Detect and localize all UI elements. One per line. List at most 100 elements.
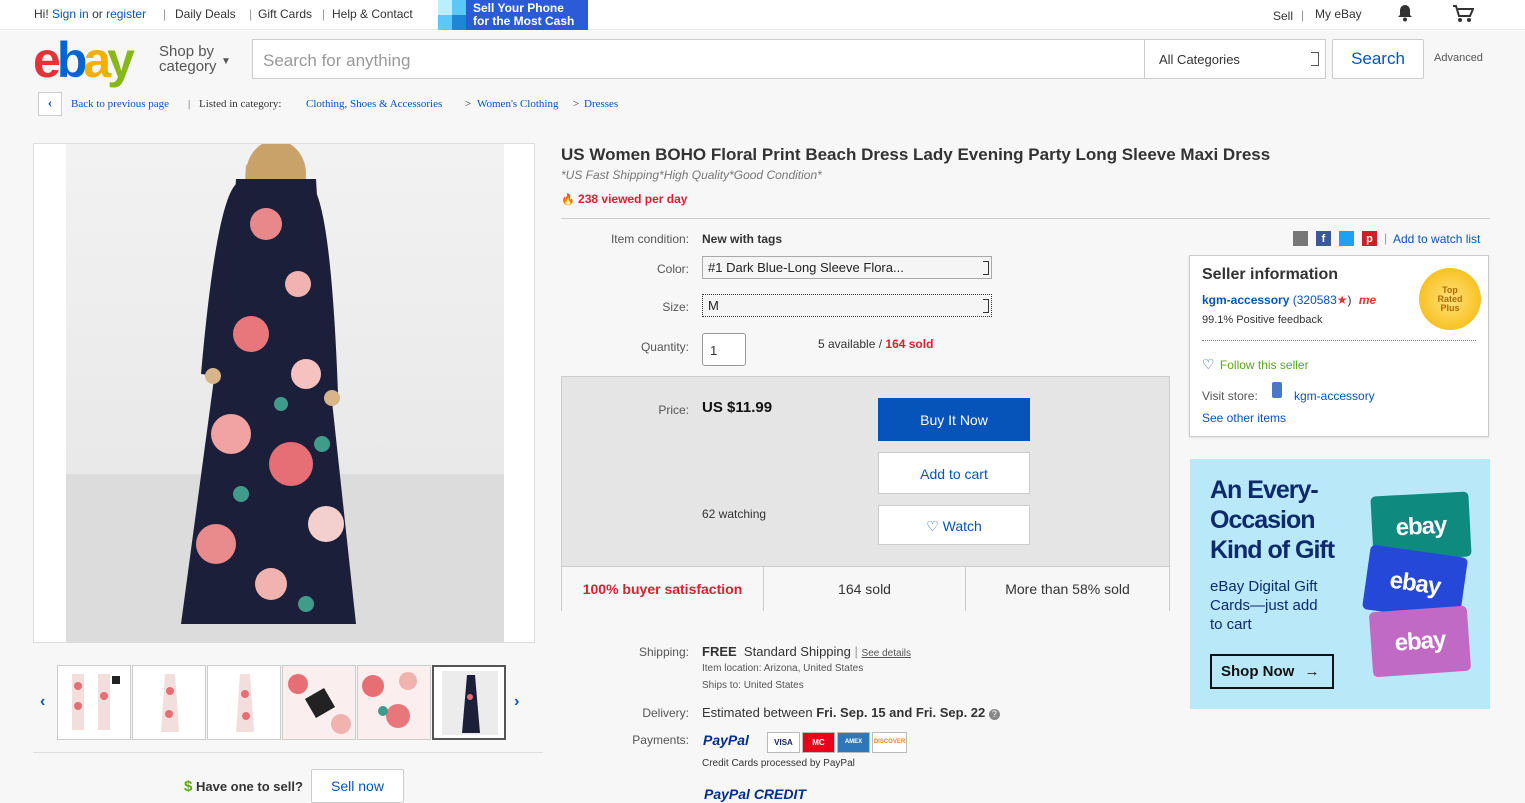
discover-icon: DISCOVER	[872, 732, 907, 753]
ad-headline-line: Occasion	[1210, 506, 1316, 534]
sold-count-link[interactable]: 164 sold	[885, 337, 933, 351]
cart-icon[interactable]	[1452, 5, 1475, 26]
back-to-previous-link[interactable]: Back to previous page	[71, 98, 169, 110]
or-text: or	[92, 7, 103, 21]
divider: |	[163, 7, 167, 21]
promo-graphic	[438, 0, 452, 15]
gift-card-purple: ebay	[1368, 605, 1472, 678]
main-product-image[interactable]	[33, 140, 535, 643]
search-input[interactable]: Search for anything	[252, 39, 1145, 79]
search-button[interactable]: Search	[1332, 39, 1424, 79]
daily-deals-link[interactable]: Daily Deals	[175, 7, 236, 21]
buy-it-now-button[interactable]: Buy It Now	[878, 398, 1030, 441]
email-share-icon[interactable]	[1293, 231, 1308, 246]
item-subtitle: *US Fast Shipping*High Quality*Good Cond…	[561, 168, 822, 182]
me-page-icon[interactable]: me	[1359, 293, 1376, 307]
thumbnail-4[interactable]	[282, 665, 356, 740]
arrow-right-icon: →	[1304, 663, 1320, 680]
thumbnail-image	[161, 674, 179, 732]
category-select[interactable]: All Categories	[1144, 39, 1326, 79]
thumbnail-2[interactable]	[132, 665, 206, 740]
color-select[interactable]: #1 Dark Blue-Long Sleeve Flora...	[702, 256, 992, 279]
notification-bell-icon[interactable]	[1397, 4, 1413, 25]
quantity-input[interactable]: 1	[702, 333, 746, 366]
help-icon[interactable]: ?	[988, 709, 1000, 720]
gift-card-ad[interactable]: An Every- Occasion Kind of Gift eBay Dig…	[1190, 459, 1490, 709]
shipping-method: Standard Shipping	[743, 644, 851, 659]
condition-label: Item condition:	[610, 232, 689, 246]
thumbnail-3[interactable]	[207, 665, 281, 740]
available-count: 5 available	[818, 337, 876, 351]
size-label: Size:	[662, 300, 689, 314]
shop-by-category-button[interactable]: Shop by category ▼	[159, 44, 231, 74]
thumbnail-image	[236, 674, 254, 732]
chevron-left-icon[interactable]: ‹	[40, 693, 45, 711]
credit-card-note: Credit Cards processed by PayPal	[702, 758, 855, 769]
heart-icon: ♡	[1202, 356, 1215, 372]
ad-headline-line: An Every-	[1210, 476, 1319, 504]
thumbnail-image	[442, 671, 498, 735]
delivery-prefix: Estimated between	[702, 705, 813, 720]
divider	[33, 752, 543, 753]
sell-now-button[interactable]: Sell now	[311, 769, 404, 803]
sign-in-link[interactable]: Sign in	[52, 7, 89, 21]
gift-cards-link[interactable]: Gift Cards	[258, 7, 312, 21]
mastercard-icon: MC	[802, 732, 835, 753]
listed-in-label: Listed in category:	[199, 98, 282, 110]
my-ebay-link[interactable]: My eBay	[1315, 7, 1362, 21]
sell-link[interactable]: Sell	[1273, 9, 1293, 23]
ebay-logo[interactable]: ebay	[33, 32, 135, 88]
add-to-watch-list-link[interactable]: Add to watch list	[1393, 232, 1480, 246]
item-location: Item location: Arizona, United States	[702, 663, 864, 674]
see-other-items-link[interactable]: See other items	[1202, 411, 1286, 425]
delivery-label: Delivery:	[642, 706, 689, 720]
see-details-link[interactable]: See details	[862, 648, 911, 659]
breadcrumb-item-clothing[interactable]: Clothing, Shoes & Accessories	[306, 98, 442, 110]
thumbnail-image	[283, 666, 355, 739]
add-to-cart-button[interactable]: Add to cart	[878, 452, 1030, 494]
chevron-right-icon[interactable]: ›	[514, 693, 519, 711]
register-link[interactable]: register	[106, 7, 146, 21]
watch-label: Watch	[942, 518, 982, 534]
sell-phone-promo-banner[interactable]: Sell Your Phone for the Most Cash	[438, 0, 588, 30]
follow-seller-link[interactable]: ♡ Follow this seller	[1202, 356, 1309, 373]
store-link[interactable]: kgm-accessory	[1294, 389, 1375, 403]
pinterest-share-icon[interactable]: p	[1362, 231, 1377, 246]
advanced-search-link[interactable]: Advanced	[1434, 52, 1483, 64]
color-select-value: #1 Dark Blue-Long Sleeve Flora...	[708, 260, 904, 275]
delivery-value: Estimated between Fri. Sep. 15 and Fri. …	[702, 705, 1000, 720]
divider	[561, 218, 1490, 219]
visa-icon: VISA	[767, 732, 800, 753]
dollar-icon: $	[184, 778, 193, 795]
twitter-share-icon[interactable]	[1339, 231, 1354, 246]
seller-info-heading: Seller information	[1202, 266, 1339, 283]
thumbnail-6-selected[interactable]	[432, 665, 506, 740]
shop-now-label: Shop Now	[1221, 663, 1295, 680]
feedback-score[interactable]: (320583	[1293, 293, 1337, 307]
paypal-credit-logo: PayPal CREDIT	[704, 786, 806, 802]
shop-now-button[interactable]: Shop Now →	[1210, 654, 1334, 689]
size-select[interactable]: M	[702, 294, 992, 317]
site-header: ebay Shop by category ▼ Search for anyth…	[0, 31, 1525, 91]
shipping-value: FREE Standard Shipping | See details	[702, 644, 912, 659]
breadcrumb-item-womens[interactable]: Women's Clothing	[477, 98, 558, 110]
views-text: 238 viewed per day	[578, 192, 688, 206]
divider: |	[322, 7, 326, 21]
breadcrumb: ‹ Back to previous page | Listed in cate…	[0, 91, 1525, 119]
back-arrow-icon[interactable]: ‹	[38, 92, 62, 116]
thumbnail-1[interactable]	[57, 665, 131, 740]
breadcrumb-item-dresses[interactable]: Dresses	[584, 98, 618, 110]
logo-letter: a	[83, 32, 111, 88]
thumbnail-5[interactable]	[357, 665, 431, 740]
follow-seller-text: Follow this seller	[1219, 358, 1309, 372]
seller-name-link[interactable]: kgm-accessory	[1202, 293, 1289, 307]
shipping-free: FREE	[702, 644, 737, 659]
watch-button[interactable]: ♡ Watch	[878, 505, 1030, 545]
facebook-share-icon[interactable]: f	[1316, 231, 1331, 246]
help-contact-link[interactable]: Help & Contact	[332, 7, 413, 21]
delivery-dates: Fri. Sep. 15 and Fri. Sep. 22	[816, 705, 986, 720]
item-title: US Women BOHO Floral Print Beach Dress L…	[561, 145, 1271, 164]
ad-body-line: eBay Digital Gift	[1210, 578, 1318, 595]
fire-icon: 🔥	[561, 194, 575, 206]
divider: |	[188, 98, 191, 110]
